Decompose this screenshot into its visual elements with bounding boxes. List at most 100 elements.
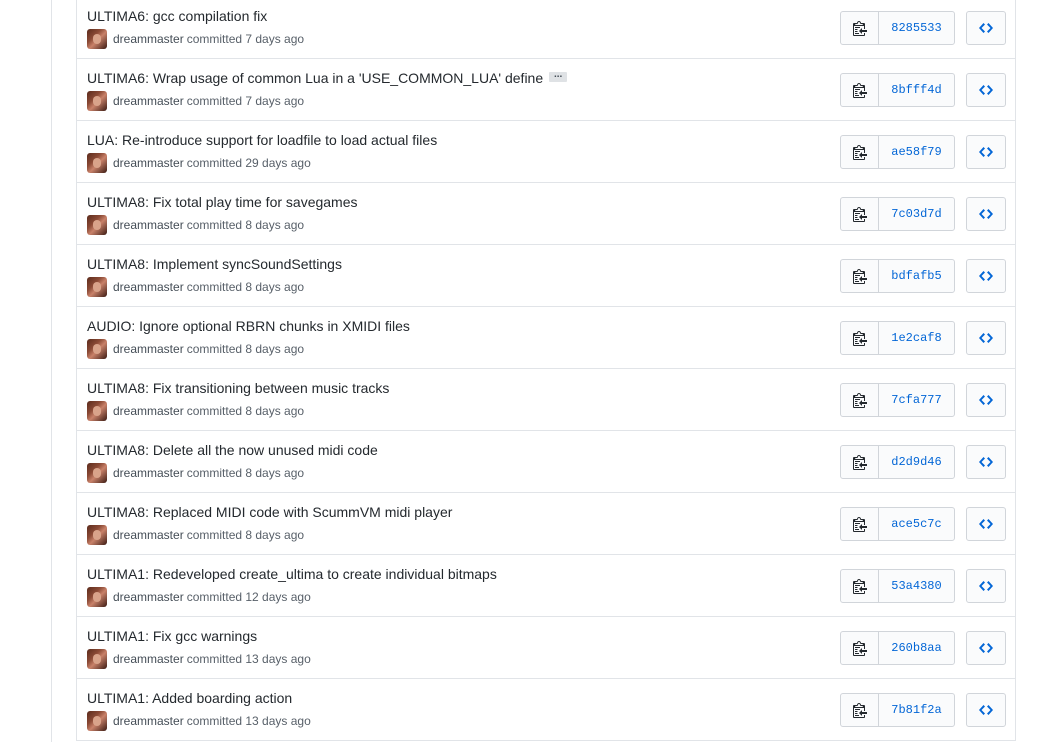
browse-repo-button[interactable]: [966, 445, 1006, 479]
commit-row: ULTIMA8: Fix total play time for savegam…: [77, 183, 1015, 245]
clippy-icon: [852, 20, 867, 36]
code-icon: [979, 144, 993, 160]
commit-sha-link[interactable]: 1e2caf8: [879, 322, 954, 354]
copy-sha-button[interactable]: [841, 694, 879, 726]
commit-sha-link[interactable]: 7b81f2a: [879, 694, 954, 726]
browse-repo-button[interactable]: [966, 321, 1006, 355]
browse-repo-button[interactable]: [966, 135, 1006, 169]
copy-sha-button[interactable]: [841, 260, 879, 292]
copy-sha-button[interactable]: [841, 446, 879, 478]
copy-sha-button[interactable]: [841, 74, 879, 106]
author-avatar[interactable]: [87, 587, 107, 607]
author-name[interactable]: dreammaster: [113, 590, 184, 604]
commit-sha-link[interactable]: 8bfff4d: [879, 74, 954, 106]
author-name[interactable]: dreammaster: [113, 404, 184, 418]
commit-title-link[interactable]: LUA: Re-introduce support for loadfile t…: [87, 132, 437, 148]
author-name[interactable]: dreammaster: [113, 714, 184, 728]
commit-title-container: ULTIMA1: Fix gcc warnings: [87, 627, 257, 645]
clippy-icon: [852, 516, 867, 532]
commit-row: ULTIMA6: Wrap usage of common Lua in a '…: [77, 59, 1015, 121]
commit-title-link[interactable]: ULTIMA1: Fix gcc warnings: [87, 628, 257, 644]
copy-sha-button[interactable]: [841, 508, 879, 540]
commit-sha-link[interactable]: 7cfa777: [879, 384, 954, 416]
author-name[interactable]: dreammaster: [113, 280, 184, 294]
browse-repo-button[interactable]: [966, 693, 1006, 727]
commit-title-link[interactable]: ULTIMA8: Implement syncSoundSettings: [87, 256, 342, 272]
commit-time: committed 8 days ago: [186, 342, 305, 356]
sha-button-group: 7c03d7d: [840, 197, 955, 231]
author-avatar[interactable]: [87, 277, 107, 297]
browse-repo-button[interactable]: [966, 383, 1006, 417]
commit-title-link[interactable]: ULTIMA8: Fix total play time for savegam…: [87, 194, 358, 210]
commit-sha-link[interactable]: 8285533: [879, 12, 954, 44]
author-avatar[interactable]: [87, 401, 107, 421]
author-name[interactable]: dreammaster: [113, 94, 184, 108]
expand-message-button[interactable]: ...: [549, 70, 568, 83]
commit-row: ULTIMA1: Redeveloped create_ultima to cr…: [77, 555, 1015, 617]
author-avatar[interactable]: [87, 215, 107, 235]
code-icon: [979, 640, 993, 656]
browse-repo-button[interactable]: [966, 569, 1006, 603]
commit-time: committed 12 days ago: [186, 590, 311, 604]
commit-title-link[interactable]: ULTIMA1: Added boarding action: [87, 690, 292, 706]
clippy-icon: [852, 206, 867, 222]
commit-row: ULTIMA8: Fix transitioning between music…: [77, 369, 1015, 431]
author-avatar[interactable]: [87, 153, 107, 173]
commit-sha-link[interactable]: bdfafb5: [879, 260, 954, 292]
commit-title-container: ULTIMA1: Redeveloped create_ultima to cr…: [87, 565, 497, 583]
author-name[interactable]: dreammaster: [113, 466, 184, 480]
browse-repo-button[interactable]: [966, 73, 1006, 107]
browse-repo-button[interactable]: [966, 507, 1006, 541]
clippy-icon: [852, 702, 867, 718]
commit-sha-link[interactable]: ae58f79: [879, 136, 954, 168]
commit-sha-link[interactable]: d2d9d46: [879, 446, 954, 478]
code-icon: [979, 702, 993, 718]
author-name[interactable]: dreammaster: [113, 32, 184, 46]
author-avatar[interactable]: [87, 29, 107, 49]
timeline-line: [51, 0, 52, 742]
author-avatar[interactable]: [87, 339, 107, 359]
copy-sha-button[interactable]: [841, 570, 879, 602]
commit-title-link[interactable]: ULTIMA6: Wrap usage of common Lua in a '…: [87, 70, 543, 86]
browse-repo-button[interactable]: [966, 197, 1006, 231]
copy-sha-button[interactable]: [841, 198, 879, 230]
author-avatar[interactable]: [87, 711, 107, 731]
copy-sha-button[interactable]: [841, 12, 879, 44]
copy-sha-button[interactable]: [841, 322, 879, 354]
commit-title-link[interactable]: ULTIMA6: gcc compilation fix: [87, 8, 267, 24]
commit-title-link[interactable]: ULTIMA8: Replaced MIDI code with ScummVM…: [87, 504, 452, 520]
commit-meta: dreammaster committed 13 days ago: [87, 649, 311, 669]
author-name[interactable]: dreammaster: [113, 342, 184, 356]
author-name[interactable]: dreammaster: [113, 652, 184, 666]
browse-repo-button[interactable]: [966, 631, 1006, 665]
sha-button-group: 7cfa777: [840, 383, 955, 417]
copy-sha-button[interactable]: [841, 136, 879, 168]
commit-meta: dreammaster committed 8 days ago: [87, 277, 304, 297]
sha-button-group: bdfafb5: [840, 259, 955, 293]
commit-title-link[interactable]: ULTIMA8: Fix transitioning between music…: [87, 380, 389, 396]
commit-sha-link[interactable]: 7c03d7d: [879, 198, 954, 230]
author-avatar[interactable]: [87, 91, 107, 111]
author-avatar[interactable]: [87, 463, 107, 483]
commit-sha-link[interactable]: 260b8aa: [879, 632, 954, 664]
author-name[interactable]: dreammaster: [113, 156, 184, 170]
commit-title-link[interactable]: ULTIMA1: Redeveloped create_ultima to cr…: [87, 566, 497, 582]
commit-title-container: ULTIMA8: Fix total play time for savegam…: [87, 193, 358, 211]
clippy-icon: [852, 392, 867, 408]
commit-title-container: LUA: Re-introduce support for loadfile t…: [87, 131, 437, 149]
commit-sha-link[interactable]: 53a4380: [879, 570, 954, 602]
author-name[interactable]: dreammaster: [113, 528, 184, 542]
commit-sha-link[interactable]: ace5c7c: [879, 508, 954, 540]
author-avatar[interactable]: [87, 525, 107, 545]
code-icon: [979, 578, 993, 594]
copy-sha-button[interactable]: [841, 384, 879, 416]
browse-repo-button[interactable]: [966, 11, 1006, 45]
commit-time: committed 29 days ago: [186, 156, 311, 170]
commit-title-link[interactable]: AUDIO: Ignore optional RBRN chunks in XM…: [87, 318, 410, 334]
author-name[interactable]: dreammaster: [113, 218, 184, 232]
author-avatar[interactable]: [87, 649, 107, 669]
copy-sha-button[interactable]: [841, 632, 879, 664]
commit-title-link[interactable]: ULTIMA8: Delete all the now unused midi …: [87, 442, 378, 458]
browse-repo-button[interactable]: [966, 259, 1006, 293]
code-icon: [979, 330, 993, 346]
